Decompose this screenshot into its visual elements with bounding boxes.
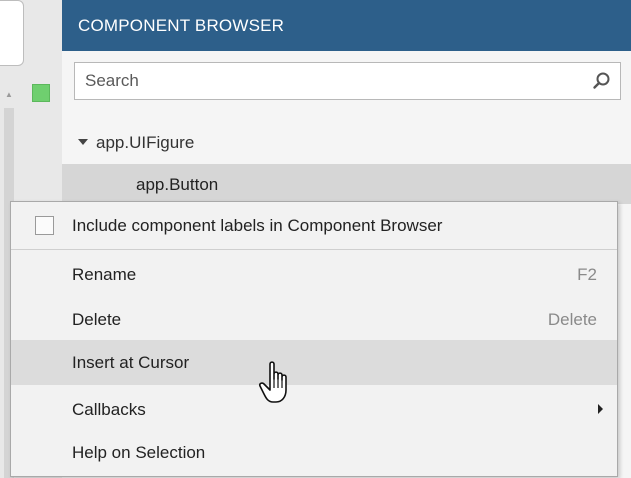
include-labels-option[interactable]: Include component labels in Component Br… bbox=[11, 203, 617, 248]
search-box[interactable] bbox=[74, 62, 621, 100]
context-menu: Include component labels in Component Br… bbox=[10, 201, 618, 477]
tree-node-button[interactable]: app.Button bbox=[62, 164, 631, 204]
hand-pointer-icon bbox=[259, 361, 287, 403]
menu-item-delete[interactable]: Delete Delete bbox=[11, 297, 617, 342]
search-input[interactable] bbox=[75, 63, 575, 99]
submenu-arrow-icon bbox=[598, 404, 603, 414]
tree-node-uifigure[interactable]: app.UIFigure bbox=[62, 124, 631, 162]
menu-item-insert-at-cursor[interactable]: Insert at Cursor bbox=[11, 340, 617, 385]
caret-down-icon[interactable] bbox=[78, 139, 88, 145]
menu-item-label: Delete bbox=[72, 310, 122, 329]
toolbar-edge[interactable] bbox=[0, 0, 24, 66]
menu-item-label: Insert at Cursor bbox=[72, 353, 190, 372]
scroll-up-icon[interactable]: ▲ bbox=[5, 90, 13, 99]
menu-item-label: Rename bbox=[72, 265, 137, 284]
menu-item-callbacks[interactable]: Callbacks bbox=[11, 387, 617, 432]
status-indicator bbox=[32, 84, 50, 102]
include-labels-label: Include component labels in Component Br… bbox=[72, 216, 443, 235]
menu-item-label: Callbacks bbox=[72, 400, 146, 419]
menu-item-shortcut: Delete bbox=[547, 310, 597, 329]
menu-item-help-on-selection[interactable]: Help on Selection bbox=[11, 430, 617, 475]
menu-item-label: Help on Selection bbox=[72, 443, 206, 462]
tree-node-label: app.UIFigure bbox=[96, 133, 195, 152]
search-icon[interactable] bbox=[592, 71, 612, 91]
menu-item-rename[interactable]: Rename F2 bbox=[11, 252, 617, 297]
include-labels-checkbox[interactable] bbox=[35, 216, 54, 235]
menu-separator bbox=[11, 249, 617, 250]
panel-title: COMPONENT BROWSER bbox=[62, 0, 631, 51]
menu-item-shortcut: F2 bbox=[577, 265, 597, 284]
tree-node-label: app.Button bbox=[136, 175, 219, 194]
